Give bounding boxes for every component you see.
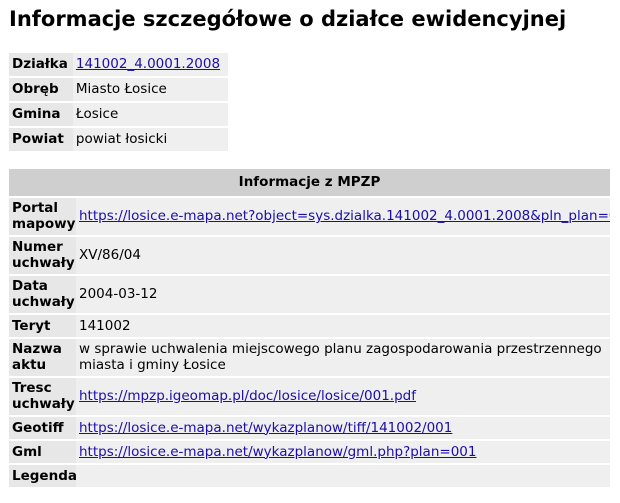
parcel-row-powiat: Powiat powiat łosicki <box>9 128 229 151</box>
resolution-pdf-link[interactable]: https://mpzp.igeomap.pl/doc/losice/losic… <box>79 388 416 404</box>
mpzp-label-gml: Gml <box>9 441 76 463</box>
mpzp-row-geotiff: Geotiff https://losice.e-mapa.net/wykazp… <box>9 417 611 439</box>
mpzp-value-portal: https://losice.e-mapa.net?object=sys.dzi… <box>76 198 611 235</box>
mpzp-label-tresc: Tresc uchwały <box>9 378 76 415</box>
page-title: Informacje szczegółowe o działce ewidenc… <box>9 7 567 31</box>
mpzp-info-table: Informacje z MPZP Portal mapowy https://… <box>9 167 611 489</box>
mpzp-label-portal: Portal mapowy <box>9 198 76 235</box>
mpzp-row-tresc: Tresc uchwały https://mpzp.igeomap.pl/do… <box>9 378 611 415</box>
mpzp-row-gml: Gml https://losice.e-mapa.net/wykazplano… <box>9 441 611 463</box>
mpzp-label-numer: Numer uchwały <box>9 237 76 274</box>
parcel-label-obreb: Obręb <box>9 78 73 101</box>
mpzp-value-numer: XV/86/04 <box>76 237 611 274</box>
mpzp-value-tresc: https://mpzp.igeomap.pl/doc/losice/losic… <box>76 378 611 415</box>
mpzp-label-teryt: Teryt <box>9 315 76 337</box>
mpzp-value-teryt: 141002 <box>76 315 611 337</box>
parcel-label-dzialka: Działka <box>9 53 73 76</box>
gml-link[interactable]: https://losice.e-mapa.net/wykazplanow/gm… <box>79 444 476 460</box>
mpzp-value-gml: https://losice.e-mapa.net/wykazplanow/gm… <box>76 441 611 463</box>
parcel-id-link[interactable]: 141002_4.0001.2008 <box>76 56 220 72</box>
mpzp-row-numer: Numer uchwały XV/86/04 <box>9 237 611 274</box>
geotiff-link[interactable]: https://losice.e-mapa.net/wykazplanow/ti… <box>79 420 452 436</box>
mpzp-value-geotiff: https://losice.e-mapa.net/wykazplanow/ti… <box>76 417 611 439</box>
parcel-value-powiat: powiat łosicki <box>72 128 229 151</box>
mpzp-label-geotiff: Geotiff <box>9 417 76 439</box>
parcel-label-powiat: Powiat <box>9 128 73 151</box>
mpzp-row-legenda: Legenda <box>9 465 611 487</box>
mpzp-value-data: 2004-03-12 <box>76 276 611 313</box>
parcel-row-gmina: Gmina Łosice <box>9 103 229 126</box>
mpzp-table-header: Informacje z MPZP <box>9 169 611 196</box>
mpzp-row-data: Data uchwały 2004-03-12 <box>9 276 611 313</box>
parcel-row-obreb: Obręb Miasto Łosice <box>9 78 229 101</box>
mpzp-label-legenda: Legenda <box>9 465 77 487</box>
mpzp-value-nazwa: w sprawie uchwalenia miejscowego planu z… <box>76 339 611 376</box>
mpzp-value-legenda <box>76 465 611 487</box>
mpzp-row-nazwa: Nazwa aktu w sprawie uchwalenia miejscow… <box>9 339 611 376</box>
portal-map-link[interactable]: https://losice.e-mapa.net?object=sys.dzi… <box>79 208 610 224</box>
parcel-info-table: Działka 141002_4.0001.2008 Obręb Miasto … <box>9 51 229 153</box>
mpzp-label-data: Data uchwały <box>9 276 76 313</box>
mpzp-row-teryt: Teryt 141002 <box>9 315 611 337</box>
parcel-value-obreb: Miasto Łosice <box>72 78 229 101</box>
mpzp-row-portal: Portal mapowy https://losice.e-mapa.net?… <box>9 198 611 235</box>
mpzp-label-nazwa: Nazwa aktu <box>9 339 76 376</box>
parcel-value-gmina: Łosice <box>72 103 229 126</box>
parcel-value-dzialka: 141002_4.0001.2008 <box>72 53 229 76</box>
parcel-row-dzialka: Działka 141002_4.0001.2008 <box>9 53 229 76</box>
parcel-label-gmina: Gmina <box>9 103 73 126</box>
